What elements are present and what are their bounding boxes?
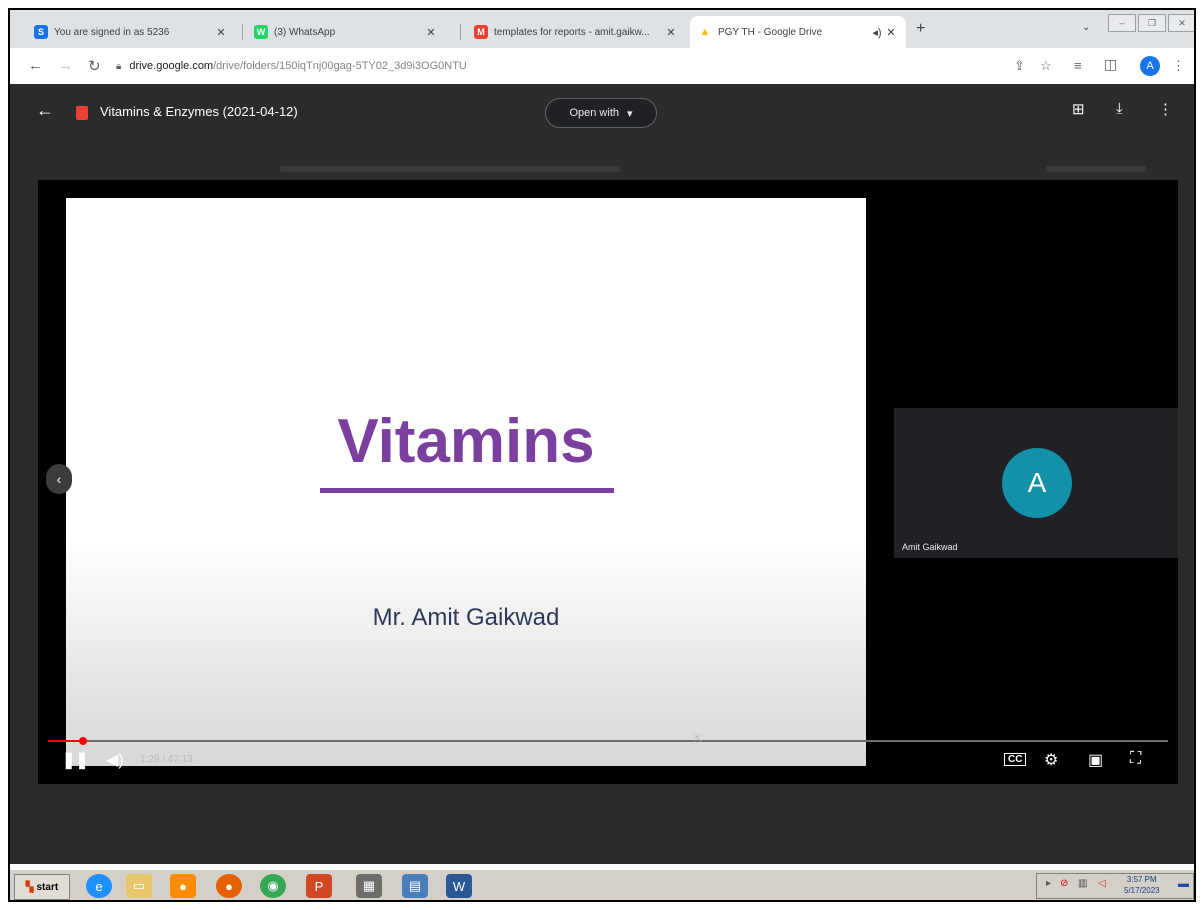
address-bar[interactable]: 🔒︎ drive.google.com /drive/folders/150iq… <box>116 54 996 78</box>
close-tab-icon[interactable]: ✕ <box>884 26 898 39</box>
menu-icon[interactable]: ⋮ <box>1172 58 1185 74</box>
participant-tile-empty <box>894 180 1178 406</box>
open-with-label: Open with <box>569 107 619 119</box>
fullscreen-icon[interactable]: ⛶ <box>1130 750 1141 768</box>
url-path: /drive/folders/150iqTnj00gag-5TY02_3d9i3… <box>213 60 467 72</box>
photos-icon[interactable]: ▤ <box>402 874 428 898</box>
settings-icon[interactable]: ⚙ <box>1044 750 1058 770</box>
video-file-icon <box>76 106 88 120</box>
tab-bar: S You are signed in as 5236 ✕ W (3) What… <box>10 10 1194 48</box>
media-player-icon[interactable]: ● <box>170 874 196 898</box>
more-icon[interactable]: ⋮ <box>1158 100 1173 118</box>
tab-signed-in[interactable]: S You are signed in as 5236 ✕ <box>26 16 236 48</box>
clock-time: 3:57 PM <box>1126 875 1157 884</box>
start-button[interactable]: ▚ start <box>14 874 70 900</box>
video-frame-slide: Vitamins Mr. Amit Gaikwad <box>66 198 866 766</box>
tab-google-drive[interactable]: ▲ PGY TH - Google Drive ◂) ✕ <box>690 16 906 48</box>
chevron-left-icon[interactable]: ‹ <box>46 464 72 494</box>
chrome-icon[interactable]: ◉ <box>260 874 286 898</box>
os-taskbar: ▚ start e ▭ ● ● ◉ P ▦ ▤ W ▸ ⊘ ▥ ◁ 3:57 P… <box>10 868 1194 900</box>
tab-title: You are signed in as 5236 <box>54 26 170 38</box>
tab-gmail[interactable]: M templates for reports - amit.gaikw... … <box>466 16 686 48</box>
profile-avatar[interactable]: A <box>1140 56 1160 76</box>
time-display: 1:29 / 47:13 <box>140 754 193 765</box>
tab-title: templates for reports - amit.gaikw... <box>494 26 650 38</box>
browser-toolbar: ← → ↻ 🔒︎ drive.google.com /drive/folders… <box>10 48 1194 85</box>
participant-avatar: A <box>1002 448 1072 518</box>
system-clock[interactable]: 3:57 PM 5/17/2023 <box>1124 874 1160 896</box>
show-desktop-icon[interactable]: ▬ <box>1178 878 1189 890</box>
start-label: start <box>36 881 59 893</box>
network-icon[interactable]: ▦ <box>356 874 382 898</box>
viewer-header: ← Vitamins & Enzymes (2021-04-12) Open w… <box>10 84 1194 140</box>
close-tab-icon[interactable]: ✕ <box>664 26 678 39</box>
participant-tile: A Amit Gaikwad <box>894 408 1178 558</box>
mouse-cursor-icon: ⇱ <box>694 734 703 745</box>
window-controls: – ❐ ✕ <box>1108 14 1194 32</box>
share-icon[interactable]: ⇪ <box>1014 58 1025 74</box>
progress-bar[interactable] <box>48 737 1168 745</box>
tab-favicon: S <box>34 25 48 39</box>
close-window-icon[interactable]: ✕ <box>1168 14 1194 32</box>
tray-expand-icon[interactable]: ▸ <box>1046 878 1051 889</box>
file-explorer-icon[interactable]: ▭ <box>126 874 152 898</box>
new-tab-icon[interactable]: + <box>916 20 925 38</box>
progress-scrubber[interactable] <box>78 737 87 745</box>
clock-date: 5/17/2023 <box>1124 886 1160 895</box>
firefox-icon[interactable]: ● <box>216 874 242 898</box>
forward-icon[interactable]: → <box>58 57 73 74</box>
close-viewer-icon[interactable]: ← <box>36 100 54 121</box>
volume-tray-icon[interactable]: ◁ <box>1098 878 1106 889</box>
security-icon[interactable]: ⊘ <box>1060 878 1068 889</box>
slide-title: Vitamins <box>337 407 595 476</box>
background-toolbar <box>280 166 620 172</box>
windows-logo-icon: ▚ <box>25 881 34 893</box>
back-icon[interactable]: ← <box>28 57 43 74</box>
internet-explorer-icon[interactable]: e <box>86 874 112 898</box>
pause-icon[interactable]: ❚❚ <box>62 750 89 770</box>
minimize-icon[interactable]: – <box>1108 14 1136 32</box>
video-player[interactable]: Vitamins Mr. Amit Gaikwad ‹ A Amit Gaikw… <box>38 180 1178 784</box>
word-icon[interactable]: W <box>446 874 472 898</box>
audio-icon[interactable]: ◂) <box>870 26 884 39</box>
close-tab-icon[interactable]: ✕ <box>424 26 438 39</box>
tab-search-icon[interactable]: ⌄ <box>1082 22 1090 33</box>
screen-frame: S You are signed in as 5236 ✕ W (3) What… <box>8 8 1196 902</box>
background-toolbar <box>1046 166 1146 172</box>
tab-title: PGY TH - Google Drive <box>718 26 823 38</box>
volume-icon[interactable]: ◀) <box>106 750 124 770</box>
drive-video-viewer: ← Vitamins & Enzymes (2021-04-12) Open w… <box>10 84 1194 864</box>
participant-name: Amit Gaikwad <box>902 542 958 552</box>
reload-icon[interactable]: ↻ <box>88 57 101 75</box>
captions-icon[interactable]: CC <box>1004 753 1027 766</box>
url-host: drive.google.com <box>129 60 214 72</box>
miniplayer-icon[interactable]: ▣ <box>1088 750 1103 770</box>
gmail-icon: M <box>474 25 488 39</box>
progress-fill <box>48 740 83 742</box>
file-title: Vitamins & Enzymes (2021-04-12) <box>100 104 298 119</box>
add-comment-icon[interactable]: ⊞ <box>1072 100 1085 118</box>
restore-icon[interactable]: ❐ <box>1138 14 1166 32</box>
network-status-icon[interactable]: ▥ <box>1078 878 1087 889</box>
lock-icon[interactable]: 🔒︎ <box>116 61 121 72</box>
powerpoint-icon[interactable]: P <box>306 874 332 898</box>
tab-title: (3) WhatsApp <box>274 26 336 38</box>
tab-whatsapp[interactable]: W (3) WhatsApp ✕ <box>246 16 446 48</box>
google-drive-icon: ▲ <box>698 25 712 39</box>
caret-down-icon: ▾ <box>627 107 633 120</box>
reading-list-icon[interactable]: ≡ <box>1074 58 1082 73</box>
download-icon[interactable]: ⤓ <box>1116 100 1123 117</box>
slide-title-underline <box>320 488 614 493</box>
star-icon[interactable]: ☆ <box>1040 58 1052 74</box>
slide-author: Mr. Amit Gaikwad <box>372 604 560 631</box>
whatsapp-icon: W <box>254 25 268 39</box>
sidepanel-icon[interactable]: ◫ <box>1104 56 1117 73</box>
open-with-button[interactable]: Open with ▾ <box>545 98 657 128</box>
close-tab-icon[interactable]: ✕ <box>214 26 228 39</box>
